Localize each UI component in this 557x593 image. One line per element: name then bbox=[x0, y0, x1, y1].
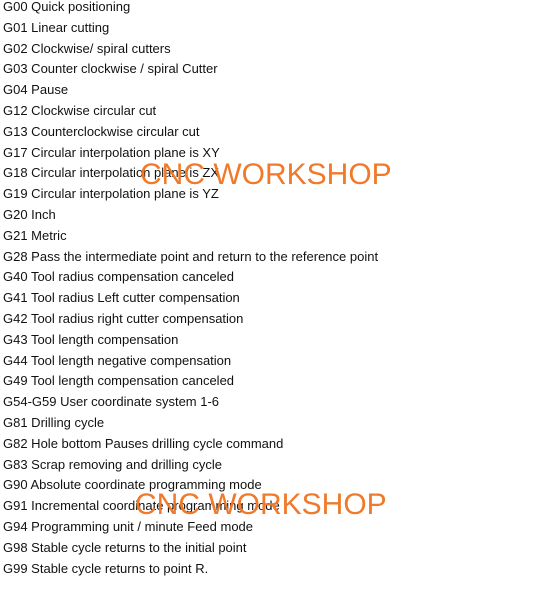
gcode-item: G04 Pause bbox=[3, 82, 69, 98]
gcode-item: G28 Pass the intermediate point and retu… bbox=[3, 248, 379, 264]
gcode-item: G98 Stable cycle returns to the initial … bbox=[3, 539, 247, 555]
gcode-item: G03 Counter clockwise / spiral Cutter bbox=[3, 61, 218, 77]
gcode-item: G44 Tool length negative compensation bbox=[3, 352, 232, 368]
gcode-list: G00 Quick positioning G01 Linear cutting G… bbox=[3, 0, 378, 579]
gcode-item: G90 Absolute coordinate programming mode bbox=[3, 477, 262, 493]
gcode-item: G00 Quick positioning bbox=[3, 0, 131, 14]
gcode-item: G83 Scrap removing and drilling cycle bbox=[3, 456, 222, 472]
gcode-item: G41 Tool radius Left cutter compensation bbox=[3, 290, 240, 306]
gcode-item: G99 Stable cycle returns to point R. bbox=[3, 560, 209, 576]
gcode-item: G91 Incremental coordinate programming m… bbox=[3, 498, 280, 514]
gcode-item: G19 Circular interpolation plane is YZ bbox=[3, 186, 219, 202]
gcode-item: G02 Clockwise/ spiral cutters bbox=[3, 40, 171, 56]
gcode-item: G43 Tool length compensation bbox=[3, 331, 179, 347]
gcode-item: G01 Linear cutting bbox=[3, 19, 110, 35]
gcode-item: G82 Hole bottom Pauses drilling cycle co… bbox=[3, 435, 284, 451]
gcode-item: G81 Drilling cycle bbox=[3, 414, 105, 430]
gcode-item: G18 Circular interpolation plane is ZX bbox=[3, 165, 220, 181]
gcode-item: G49 Tool length compensation canceled bbox=[3, 373, 235, 389]
gcode-item: G17 Circular interpolation plane is XY bbox=[3, 144, 220, 160]
gcode-item: G21 Metric bbox=[3, 227, 67, 243]
gcode-item: G12 Clockwise circular cut bbox=[3, 102, 157, 118]
gcode-item: G20 Inch bbox=[3, 206, 56, 222]
gcode-item: G13 Counterclockwise circular cut bbox=[3, 123, 200, 139]
gcode-item: G40 Tool radius compensation canceled bbox=[3, 269, 235, 285]
gcode-item: G94 Programming unit / minute Feed mode bbox=[3, 518, 254, 534]
gcode-item: G54-G59 User coordinate system 1-6 bbox=[3, 394, 220, 410]
gcode-item: G42 Tool radius right cutter compensatio… bbox=[3, 310, 244, 326]
